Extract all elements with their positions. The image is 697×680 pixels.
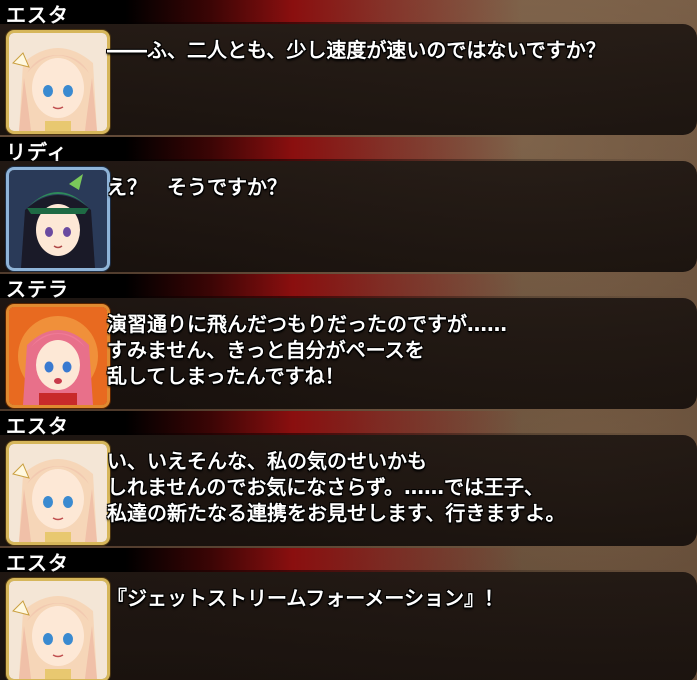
lidi-portrait <box>6 167 110 271</box>
dialogue-line: え？ そうですか？ <box>107 175 287 199</box>
dialogue-line: すみません、きっと自分がペースを <box>107 338 425 362</box>
dialogue-text: え？ そうですか？ <box>107 174 687 200</box>
stella-portrait <box>6 304 110 408</box>
dialogue-line: い、いえそんな、私の気のせいかも <box>107 449 427 473</box>
dialogue-text: ――ふ、二人とも、少し速度が速いのではないですか？ <box>107 37 687 63</box>
dialogue-line: 私達の新たなる連携をお見せします、行きますよ。 <box>107 501 566 525</box>
dialogue-line: 乱してしまったんですね！ <box>107 364 345 388</box>
dialogue-text: い、いえそんな、私の気のせいかも しれませんのでお気になさらず。……では王子、 … <box>107 448 687 526</box>
dialogue-text: 演習通りに飛んだつもりだったのですが…… すみません、きっと自分がペースを 乱し… <box>107 311 687 389</box>
dialogue-log: エスタ ――ふ、二人とも、少し速度が速いのではないですか？ リディ え？ そうで… <box>0 0 697 680</box>
speaker-name-strip: エスタ <box>0 411 697 438</box>
dialogue-entry: エスタ 『ジェットストリームフォーメーション』！ <box>0 548 697 680</box>
dialogue-line: 演習通りに飛んだつもりだったのですが…… <box>107 312 507 336</box>
esta-portrait <box>6 578 110 680</box>
speaker-name-strip: リディ <box>0 137 697 164</box>
esta-portrait <box>6 30 110 134</box>
dialogue-line: ――ふ、二人とも、少し速度が速いのではないですか？ <box>107 38 606 62</box>
esta-portrait <box>6 441 110 545</box>
dialogue-entry: エスタ い、いえそんな、私の気のせいかも しれませんのでお気になさらず。……では… <box>0 411 697 548</box>
dialogue-line: しれませんのでお気になさらず。……では王子、 <box>107 475 544 499</box>
speaker-name-strip: エスタ <box>0 548 697 575</box>
dialogue-entry: リディ え？ そうですか？ <box>0 137 697 274</box>
dialogue-entry: ステラ 演習通りに飛んだつもりだったのですが…… すみません、きっと自分がペース… <box>0 274 697 411</box>
speaker-name-strip: エスタ <box>0 0 697 27</box>
speaker-name-strip: ステラ <box>0 274 697 301</box>
dialogue-entry: エスタ ――ふ、二人とも、少し速度が速いのではないですか？ <box>0 0 697 137</box>
dialogue-line: 『ジェットストリームフォーメーション』！ <box>107 586 504 610</box>
dialogue-text: 『ジェットストリームフォーメーション』！ <box>107 585 687 611</box>
